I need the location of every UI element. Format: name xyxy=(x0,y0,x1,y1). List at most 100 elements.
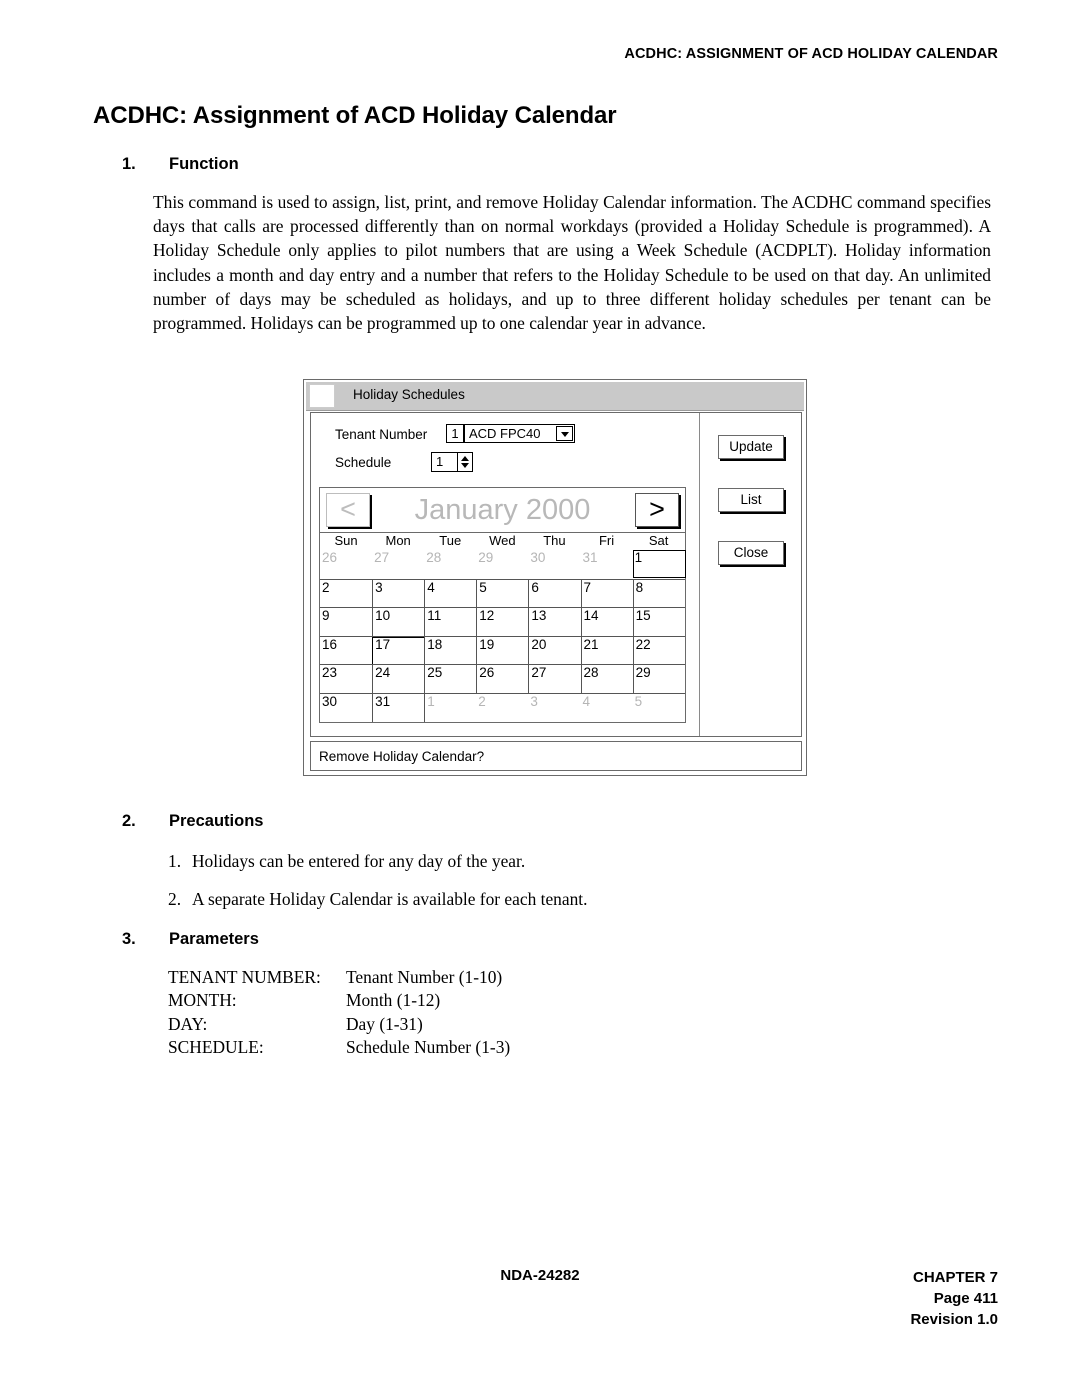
day-of-week-header-row: Sun Mon Tue Wed Thu Fri Sat xyxy=(320,533,685,550)
tenant-index-field[interactable]: 1 xyxy=(446,424,464,443)
dialog-status-bar: Remove Holiday Calendar? xyxy=(310,741,802,771)
calendar-week-row: 23 24 25 26 27 28 29 xyxy=(320,664,685,694)
precaution-text: Holidays can be entered for any day of t… xyxy=(192,851,526,871)
calendar-day-cell[interactable]: 28 xyxy=(580,665,633,694)
calendar-day-cell[interactable]: 3 xyxy=(372,579,424,608)
calendar-week-row: 9 10 11 12 13 14 15 xyxy=(320,607,685,637)
calendar-day-cell[interactable]: 26 xyxy=(476,665,528,694)
calendar-day-cell[interactable]: 27 xyxy=(528,665,580,694)
field-area: Tenant Number 1 ACD FPC40 Schedule 1 xyxy=(311,423,699,481)
day-of-week-label: Sat xyxy=(648,533,669,548)
calendar-week-row: 16 17 18 19 20 21 22 xyxy=(320,635,685,665)
day-of-week-label: Wed xyxy=(489,533,516,548)
calendar-day-cell[interactable]: 28 xyxy=(424,550,476,578)
calendar-day-cell[interactable]: 5 xyxy=(476,579,528,608)
dialog-content-frame: Tenant Number 1 ACD FPC40 Schedule 1 < J… xyxy=(310,412,802,737)
calendar-day-cell[interactable]: 17 xyxy=(372,636,424,665)
schedule-value: 1 xyxy=(436,454,444,469)
parameter-row: TENANT NUMBER: Tenant Number (1-10) xyxy=(168,966,510,989)
previous-month-button[interactable]: < xyxy=(326,493,370,527)
holiday-schedules-dialog: Holiday Schedules Tenant Number 1 ACD FP… xyxy=(303,379,807,776)
calendar-day-cell[interactable]: 23 xyxy=(320,665,372,693)
section-heading-precautions: 2. Precautions xyxy=(122,812,422,834)
calendar-day-cell[interactable]: 10 xyxy=(372,608,424,637)
calendar-day-cell[interactable]: 30 xyxy=(320,694,372,722)
calendar-day-cell[interactable]: 2 xyxy=(320,580,372,608)
dialog-titlebar: Holiday Schedules xyxy=(306,382,804,411)
calendar-day-cell[interactable]: 2 xyxy=(476,694,528,722)
schedule-label: Schedule xyxy=(335,455,392,470)
calendar-day-cell[interactable]: 1 xyxy=(424,694,476,722)
running-head: ACDHC: ASSIGNMENT OF ACD HOLIDAY CALENDA… xyxy=(624,46,998,62)
stepper-up-icon[interactable] xyxy=(461,456,469,461)
section-title: Function xyxy=(169,155,239,173)
stepper-down-icon[interactable] xyxy=(461,463,469,468)
function-paragraph: This command is used to assign, list, pr… xyxy=(153,192,991,334)
calendar-day-cell[interactable]: 21 xyxy=(580,636,633,665)
calendar-day-cell[interactable]: 20 xyxy=(528,636,580,665)
list-button[interactable]: List xyxy=(718,488,784,512)
calendar-day-cell[interactable]: 26 xyxy=(320,550,372,578)
calendar-day-cell[interactable]: 3 xyxy=(528,694,580,722)
dialog-title: Holiday Schedules xyxy=(353,387,465,402)
footer-chapter: CHAPTER 7 xyxy=(912,1269,998,1286)
calendar-day-cell[interactable]: 1 xyxy=(633,550,685,578)
calendar-day-cell[interactable]: 9 xyxy=(320,608,372,636)
schedule-stepper[interactable]: 1 xyxy=(431,452,473,472)
calendar-day-cell[interactable]: 29 xyxy=(632,665,685,694)
parameter-value: Month (1-12) xyxy=(346,990,441,1011)
calendar-day-cell[interactable]: 31 xyxy=(581,550,633,578)
tenant-number-label: Tenant Number xyxy=(335,427,428,442)
precaution-number: 2. xyxy=(168,889,182,909)
system-menu-icon[interactable] xyxy=(309,384,335,408)
calendar-day-cell[interactable]: 19 xyxy=(476,636,528,665)
calendar-day-cell[interactable]: 7 xyxy=(580,579,633,608)
calendar-week-row: 30 31 1 2 3 4 5 xyxy=(320,693,685,722)
calendar-day-cell[interactable]: 27 xyxy=(372,550,424,578)
precaution-item: 2. A separate Holiday Calendar is availab… xyxy=(168,888,587,910)
status-message: Remove Holiday Calendar? xyxy=(319,749,485,764)
calendar-day-cell[interactable]: 18 xyxy=(424,636,476,665)
calendar-day-cell[interactable]: 29 xyxy=(476,550,528,578)
calendar-day-cell[interactable]: 4 xyxy=(581,694,633,722)
calendar-day-cell[interactable]: 12 xyxy=(476,608,528,637)
stepper-buttons[interactable] xyxy=(457,453,472,471)
day-of-week-label: Thu xyxy=(543,533,566,548)
parameter-key: SCHEDULE: xyxy=(168,1036,264,1057)
footer-right-block: CHAPTER 7 Page 411 Revision 1.0 xyxy=(910,1267,998,1330)
footer-page: Page 411 xyxy=(933,1290,998,1307)
tenant-name-combobox[interactable]: ACD FPC40 xyxy=(464,424,575,443)
parameter-row: MONTH: Month (1-12) xyxy=(168,989,510,1012)
calendar-day-cell[interactable]: 11 xyxy=(424,608,476,637)
parameter-key: DAY: xyxy=(168,1013,208,1034)
parameter-row: DAY: Day (1-31) xyxy=(168,1013,510,1036)
calendar-day-cell[interactable]: 16 xyxy=(320,637,372,665)
next-month-button[interactable]: > xyxy=(635,493,679,527)
section-heading-function: 1. Function xyxy=(122,155,422,177)
calendar-day-cell[interactable]: 15 xyxy=(632,608,685,637)
dialog-button-panel: Update List Close xyxy=(700,413,802,736)
close-button[interactable]: Close xyxy=(718,541,784,565)
section-title: Precautions xyxy=(169,812,264,830)
section-number: 2. xyxy=(122,812,136,830)
day-of-week-label: Sun xyxy=(334,533,358,548)
update-button[interactable]: Update xyxy=(718,435,784,459)
calendar-day-cell[interactable]: 14 xyxy=(580,608,633,637)
calendar-day-cell[interactable]: 25 xyxy=(424,665,476,694)
calendar-day-cell[interactable]: 31 xyxy=(372,694,424,722)
calendar-day-cell[interactable]: 4 xyxy=(424,579,476,608)
calendar-day-cell[interactable]: 13 xyxy=(528,608,580,637)
calendar-day-cell[interactable]: 24 xyxy=(372,665,424,694)
day-of-week-label: Mon xyxy=(385,533,411,548)
calendar-day-cell[interactable]: 5 xyxy=(633,694,685,722)
calendar-month-label: January 2000 xyxy=(414,494,591,526)
section-number: 3. xyxy=(122,930,136,948)
parameter-row: SCHEDULE: Schedule Number (1-3) xyxy=(168,1036,510,1059)
calendar-widget: < January 2000 > Sun Mon Tue Wed Thu Fri Sat 2… xyxy=(319,487,686,723)
calendar-day-cell[interactable]: 30 xyxy=(528,550,580,578)
chevron-down-icon[interactable] xyxy=(556,426,573,441)
calendar-day-cell[interactable]: 22 xyxy=(632,636,685,665)
calendar-day-cell[interactable]: 6 xyxy=(528,579,580,608)
parameter-value: Tenant Number (1-10) xyxy=(346,967,503,987)
calendar-day-cell[interactable]: 8 xyxy=(632,579,685,608)
